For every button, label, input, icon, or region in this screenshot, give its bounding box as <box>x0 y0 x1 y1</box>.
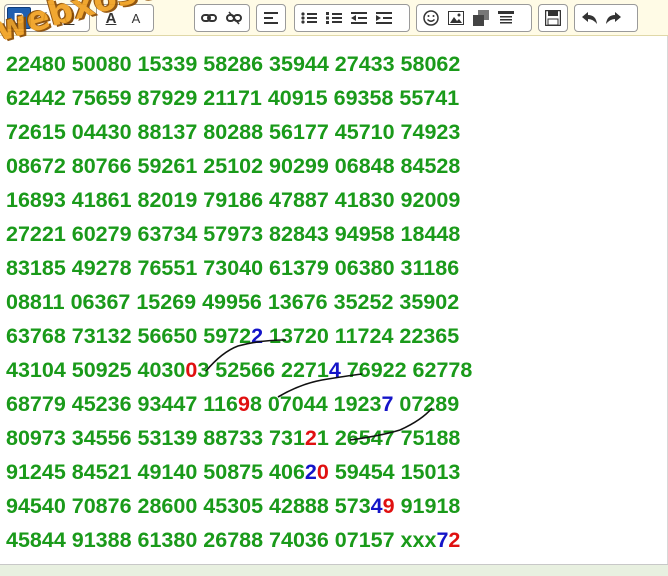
highlighted-digit-red: 2 <box>304 426 317 450</box>
highlighted-digit-red: 9 <box>237 392 250 416</box>
highlighted-digit-red: 0 <box>185 358 198 382</box>
number-text: 07289 <box>393 392 460 416</box>
indent-icon[interactable] <box>372 7 396 29</box>
number-line: 91245 84521 49140 50875 40620 59454 1501… <box>6 455 460 489</box>
font-size-button[interactable]: A <box>124 7 148 29</box>
number-line: 80973 34556 53139 88733 73121 26547 7518… <box>6 421 460 455</box>
number-line: 62442 75659 87929 21171 40915 69358 5574… <box>6 81 459 115</box>
number-line: 45844 91388 61380 26788 74036 07157 xxx7… <box>6 523 460 557</box>
number-line: 63768 73132 56650 59722 13720 11724 2236… <box>6 319 459 353</box>
number-text: 1 26547 75188 <box>316 426 461 450</box>
history-group <box>574 4 638 32</box>
highlighted-digit-red: 2 <box>448 528 461 552</box>
number-text: 08672 80766 59261 25102 90299 06848 8452… <box>6 154 461 178</box>
image-icon[interactable] <box>444 7 468 29</box>
align-group <box>256 4 286 32</box>
list-group <box>294 4 410 32</box>
number-text: 13720 11724 22365 <box>263 324 460 348</box>
number-text: 16893 41861 82019 79186 47887 41830 9200… <box>6 188 461 212</box>
highlighted-digit-blue: 4 <box>328 358 341 382</box>
numbered-list-icon[interactable] <box>322 7 346 29</box>
number-text: 94540 70876 28600 45305 42888 573 <box>6 494 371 518</box>
highlighted-digit-blue: 2 <box>251 324 264 348</box>
save-group <box>538 4 568 32</box>
align-left-icon[interactable] <box>259 7 283 29</box>
number-line: 08672 80766 59261 25102 90299 06848 8452… <box>6 149 460 183</box>
redo-icon[interactable] <box>602 7 626 29</box>
number-text: 22480 50080 15339 58286 35944 27433 5806… <box>6 52 461 76</box>
editor-toolbar: B I U A A <box>0 0 668 36</box>
number-line: 68779 45236 93447 11698 07044 19237 0728… <box>6 387 459 421</box>
number-text: 3 52566 2271 <box>197 358 329 382</box>
undo-icon[interactable] <box>577 7 601 29</box>
media-icon[interactable] <box>469 7 493 29</box>
number-text: 63768 73132 56650 5972 <box>6 324 252 348</box>
number-line: 83185 49278 76551 73040 61379 06380 3118… <box>6 251 459 285</box>
number-text: 08811 06367 15269 49956 13676 35252 3590… <box>6 290 460 314</box>
outdent-icon[interactable] <box>347 7 371 29</box>
number-line: 43104 50925 403003 52566 22714 76922 627… <box>6 353 472 387</box>
unlink-icon[interactable] <box>222 7 246 29</box>
save-icon[interactable] <box>541 7 565 29</box>
status-bar <box>0 564 668 576</box>
highlighted-digit-red: 0 <box>316 460 329 484</box>
bullet-list-icon[interactable] <box>297 7 321 29</box>
link-icon[interactable] <box>197 7 221 29</box>
number-text: 91245 84521 49140 50875 406 <box>6 460 305 484</box>
number-line: 22480 50080 15339 58286 35944 27433 5806… <box>6 47 460 81</box>
number-line: 08811 06367 15269 49956 13676 35252 3590… <box>6 285 459 319</box>
font-color-button[interactable]: A <box>99 7 123 29</box>
number-text: 68779 45236 93447 116 <box>6 392 238 416</box>
italic-button[interactable]: I <box>32 7 56 29</box>
number-text: 80973 34556 53139 88733 731 <box>6 426 305 450</box>
link-group <box>194 4 250 32</box>
number-text: 76922 62778 <box>340 358 473 382</box>
bold-button[interactable]: B <box>7 7 31 29</box>
underline-button[interactable]: U <box>57 7 81 29</box>
number-text: 27221 60279 63734 57973 82843 94958 1844… <box>6 222 461 246</box>
quote-icon[interactable] <box>494 7 518 29</box>
number-line: 94540 70876 28600 45305 42888 57349 9191… <box>6 489 460 523</box>
editor-content-area[interactable]: 22480 50080 15339 58286 35944 27433 5806… <box>0 36 668 564</box>
highlighted-digit-blue: 2 <box>304 460 317 484</box>
number-text: 91918 <box>394 494 461 518</box>
number-text: 59454 15013 <box>328 460 461 484</box>
number-line: 72615 04430 88137 80288 56177 45710 7492… <box>6 115 460 149</box>
number-text: 8 07044 1923 <box>249 392 382 416</box>
highlighted-digit-blue: 4 <box>370 494 383 518</box>
emoticon-icon[interactable] <box>419 7 443 29</box>
highlighted-digit-red: 9 <box>382 494 395 518</box>
number-text: 83185 49278 76551 73040 61379 06380 3118… <box>6 256 460 280</box>
highlighted-digit-blue: 7 <box>381 392 394 416</box>
number-line: 27221 60279 63734 57973 82843 94958 1844… <box>6 217 460 251</box>
number-text: 72615 04430 88137 80288 56177 45710 7492… <box>6 120 461 144</box>
number-text: 45844 91388 61380 26788 74036 07157 xxx <box>6 528 437 552</box>
number-text: 62442 75659 87929 21171 40915 69358 5574… <box>6 86 460 110</box>
format-group: B I U <box>4 4 90 32</box>
highlighted-digit-blue: 7 <box>436 528 449 552</box>
number-text: 43104 50925 4030 <box>6 358 186 382</box>
font-group: A A <box>96 4 154 32</box>
number-line: 16893 41861 82019 79186 47887 41830 9200… <box>6 183 460 217</box>
insert-group <box>416 4 532 32</box>
